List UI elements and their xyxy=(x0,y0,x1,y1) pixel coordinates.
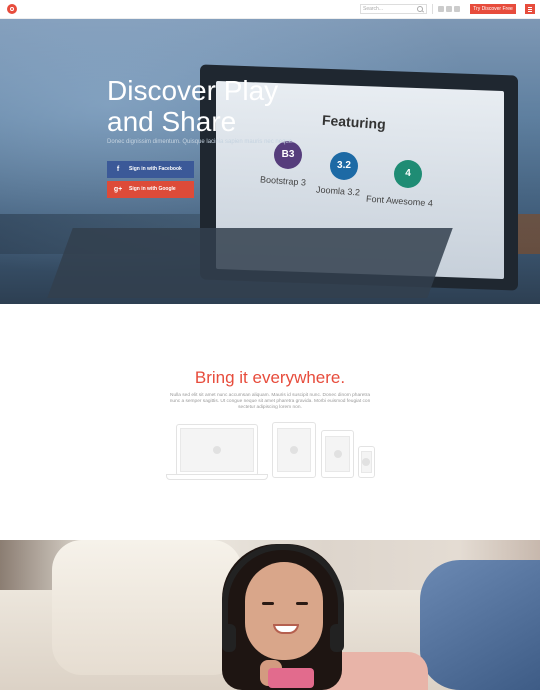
laptop-icon xyxy=(176,424,258,476)
font-awesome-badge-icon: 4 xyxy=(394,160,422,188)
twitter-icon[interactable] xyxy=(446,6,452,12)
joomla-badge-icon: 3.2 xyxy=(330,152,358,180)
search-input[interactable] xyxy=(361,5,415,13)
cushion xyxy=(52,540,242,675)
features-text: Nulla sed elit sit amet nunc accumsan al… xyxy=(169,393,371,410)
hamburger-icon[interactable] xyxy=(525,4,535,14)
top-navbar: Try Discover Free xyxy=(0,0,540,19)
try-discover-free-button[interactable]: Try Discover Free xyxy=(470,4,516,14)
headphone-ear-right xyxy=(330,624,344,652)
google-plus-icon[interactable] xyxy=(454,6,460,12)
tablet-small-icon xyxy=(321,430,354,478)
lifestyle-photo xyxy=(0,540,540,690)
laptop-keyboard xyxy=(47,228,453,298)
hero-title-line1: Discover Play xyxy=(107,75,279,106)
google-button-label: Sign in with Google xyxy=(129,186,176,192)
smartphone xyxy=(268,668,314,688)
facebook-button-label: Sign in with Facebook xyxy=(129,166,182,172)
features-section: Bring it everywhere. Nulla sed elit sit … xyxy=(0,304,540,540)
sign-in-facebook-button[interactable]: f Sign in with Facebook xyxy=(107,161,194,178)
google-plus-icon: g+ xyxy=(113,186,123,193)
sign-in-google-button[interactable]: g+ Sign in with Google xyxy=(107,181,194,198)
person-legs xyxy=(420,560,540,690)
facebook-icon[interactable] xyxy=(438,6,444,12)
hero-title: Discover Play and Share xyxy=(107,75,347,137)
hero-section: Featuring B3 Bootstrap 3 3.2 Joomla 3.2 … xyxy=(0,18,540,304)
logo-icon[interactable] xyxy=(7,4,17,14)
hero-title-line2: and Share xyxy=(107,106,237,137)
tablet-icon xyxy=(272,422,316,478)
phone-icon xyxy=(358,446,375,478)
hero-subtitle: Donec dignissim dimentum. Quisque lacini… xyxy=(107,139,294,145)
facebook-icon: f xyxy=(116,166,120,173)
navbar-divider xyxy=(432,4,433,14)
bootstrap-badge-icon: B3 xyxy=(274,141,302,169)
search-icon[interactable] xyxy=(417,6,423,12)
search-box[interactable] xyxy=(360,4,427,14)
headphone-ear-left xyxy=(222,624,236,652)
laptop-base xyxy=(166,474,268,480)
features-title: Bring it everywhere. xyxy=(194,368,346,387)
